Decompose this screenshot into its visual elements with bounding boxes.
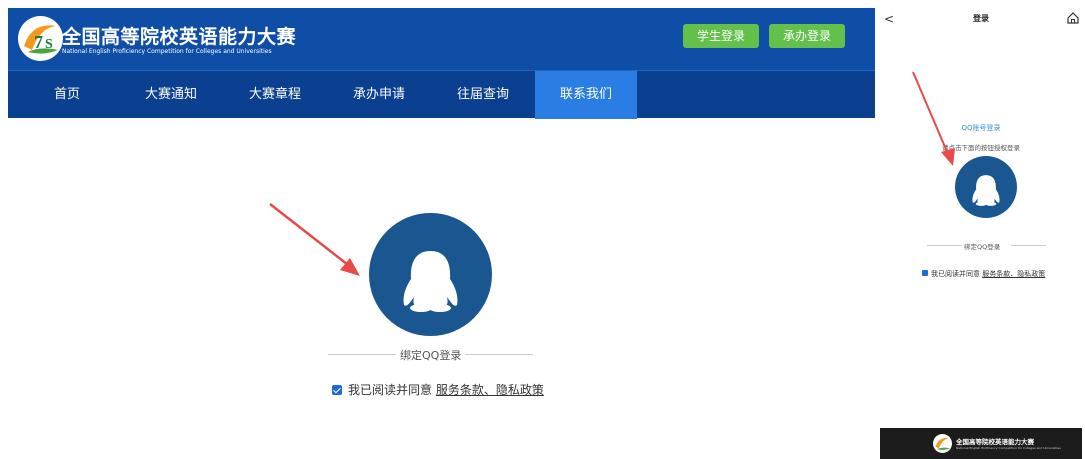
mobile-divider-right [1011,245,1046,246]
mobile-bind-qq-label: 绑定QQ登录 [964,243,1001,251]
svg-text:S: S [45,37,53,52]
host-login-button[interactable]: 承办登录 [769,24,845,48]
qq-login-button[interactable] [369,213,492,336]
mobile-agree-text: 我已阅读并同意 [931,270,980,278]
terms-privacy-link[interactable]: 服务条款、隐私政策 [436,383,544,397]
svg-text:7: 7 [34,32,43,52]
agreement-row: 我已阅读并同意 服务条款、隐私政策 [332,381,544,398]
mobile-footer: 全国高等院校英语能力大赛 National English Proficienc… [880,428,1082,459]
top-header: 7 S 全国高等院校英语能力大赛 National English Profic… [8,8,875,70]
bind-qq-label: 绑定QQ登录 [400,349,462,362]
mobile-footer-subtitle: National English Proficiency Competition… [956,446,1061,450]
mobile-page: < 登录 QQ账号登录 请点击下面的按钮授权登录 绑定QQ登录 我已阅读并同意 … [877,0,1085,459]
qq-account-login-title[interactable]: QQ账号登录 [877,123,1085,133]
logo-subtitle: National English Proficiency Competition… [62,48,272,55]
mobile-footer-title: 全国高等院校英语能力大赛 [956,438,1034,446]
mobile-divider-left [927,245,962,246]
mobile-page-title: 登录 [973,14,989,23]
student-login-button[interactable]: 学生登录 [683,24,759,48]
qq-login-hint: 请点击下面的按钮授权登录 [942,144,1020,152]
divider-right [465,354,533,355]
logo-title: 全国高等院校英语能力大赛 [62,26,297,48]
nav-item-notices[interactable]: 大赛通知 [129,71,213,119]
competition-logo-icon [933,434,952,453]
mobile-agreement-row: 我已阅读并同意 服务条款、隐私政策 [922,269,1045,279]
mobile-terms-privacy-link[interactable]: 服务条款、隐私政策 [982,270,1045,278]
nav-item-home[interactable]: 首页 [25,71,109,119]
agree-text: 我已阅读并同意 [348,383,433,397]
mobile-agree-checkbox[interactable] [922,270,928,276]
desktop-page: 7 S 全国高等院校英语能力大赛 National English Profic… [8,8,875,459]
nav-item-history[interactable]: 往届查询 [441,71,525,119]
main-nav: 首页 大赛通知 大赛章程 承办申请 往届查询 联系我们 [8,70,875,119]
mobile-qq-login-button[interactable] [955,156,1017,218]
agree-checkbox[interactable] [332,385,342,395]
qq-penguin-icon [972,175,1000,206]
divider-left [328,354,396,355]
nav-item-rules[interactable]: 大赛章程 [233,71,317,119]
qq-penguin-icon [403,251,458,312]
home-icon[interactable] [1066,11,1080,25]
nav-item-host-apply[interactable]: 承办申请 [337,71,421,119]
competition-logo-icon[interactable]: 7 S [18,16,63,61]
nav-item-contact[interactable]: 联系我们 [535,71,637,119]
